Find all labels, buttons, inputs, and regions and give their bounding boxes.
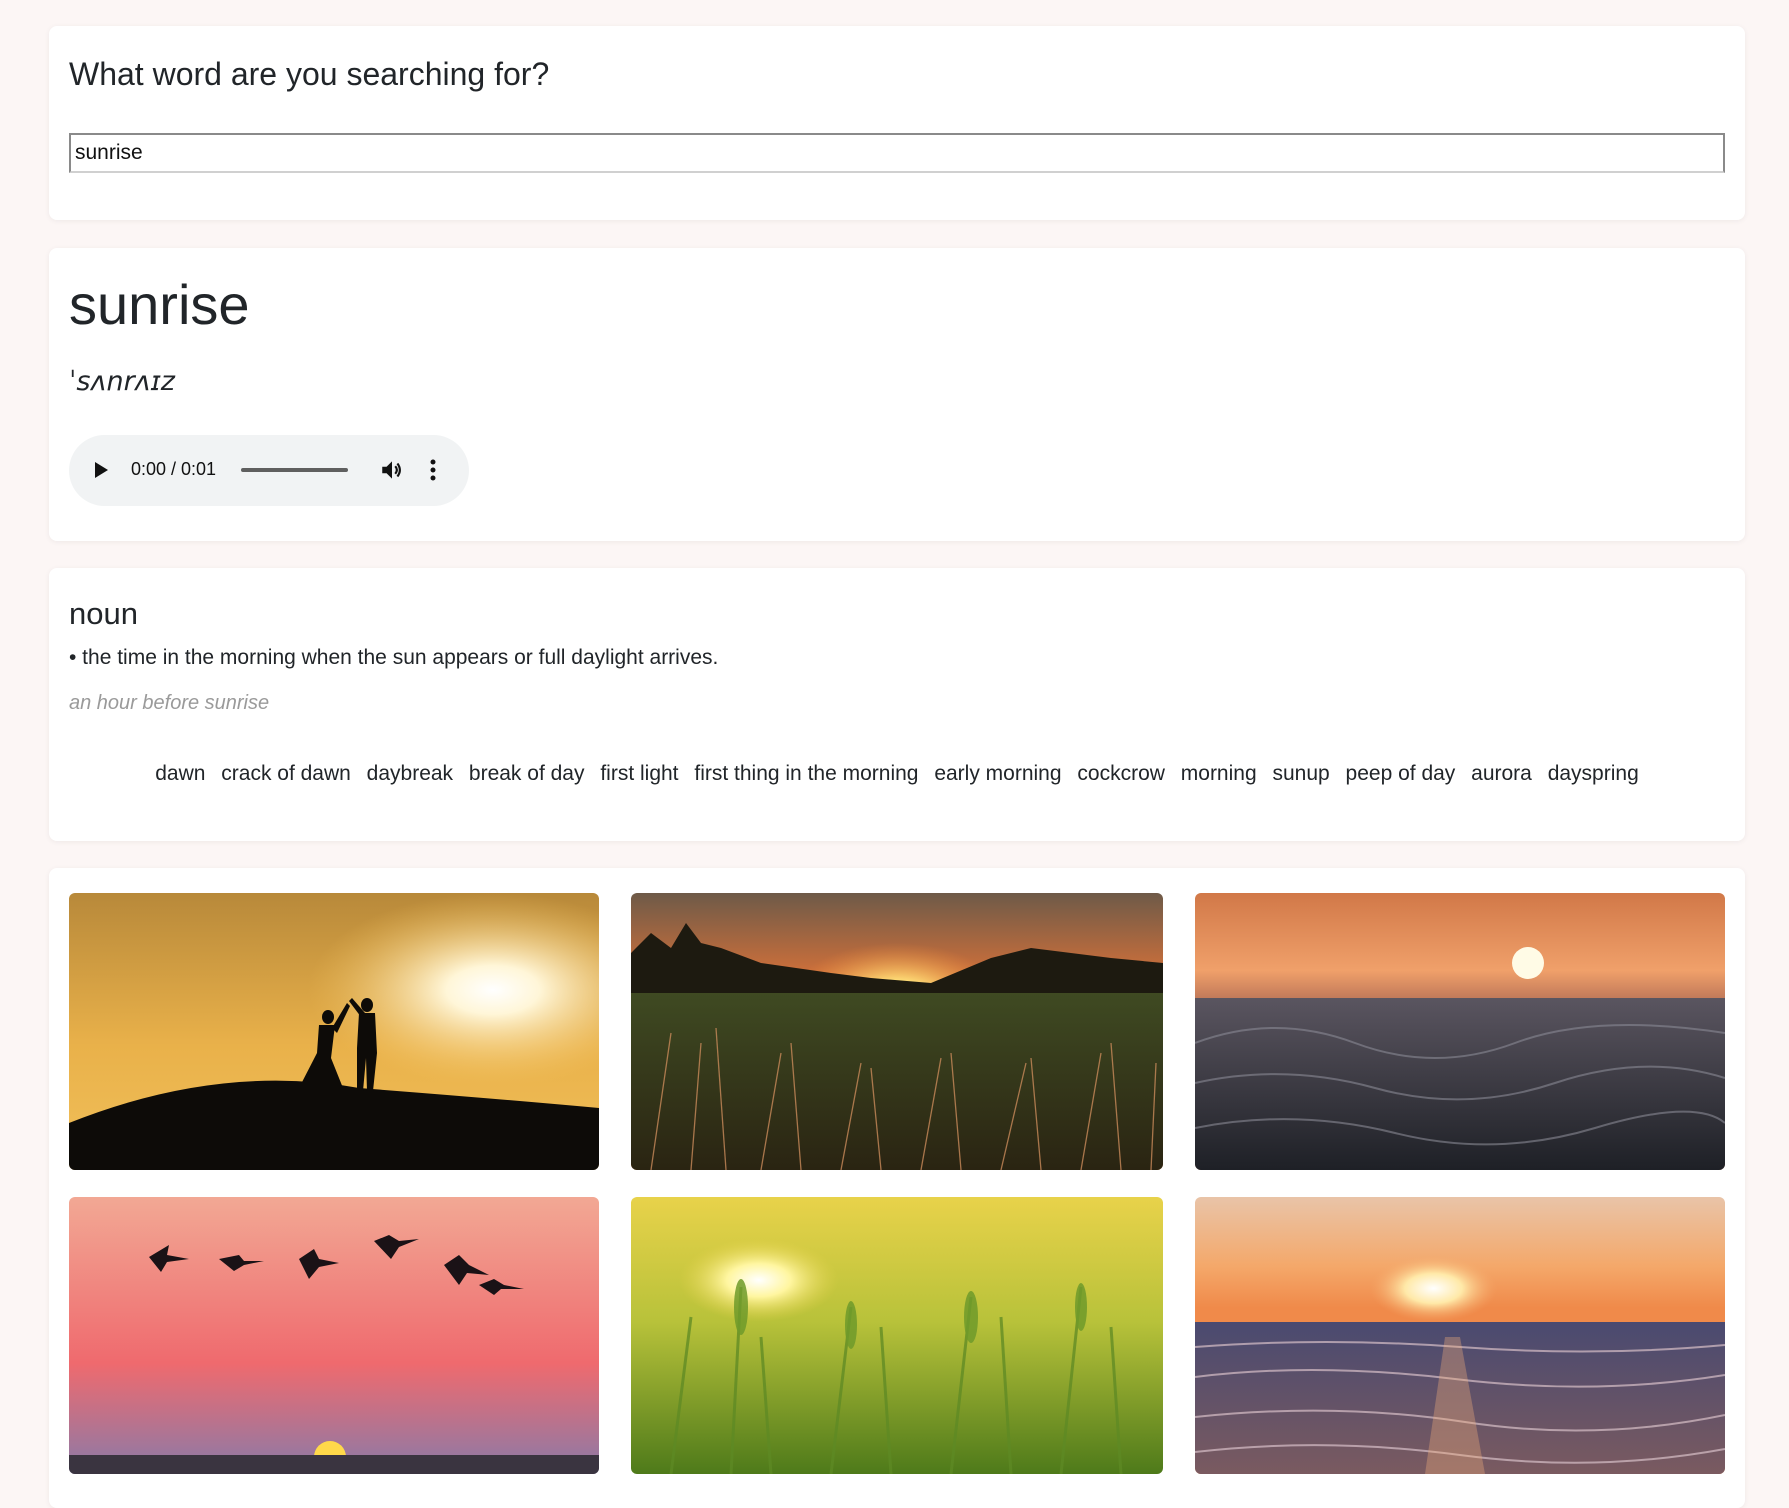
audio-progress-bar[interactable] (241, 468, 348, 472)
synonym-item[interactable]: cockcrow (1077, 762, 1165, 786)
phonetic-text: ˈsʌnrʌɪz (69, 366, 175, 397)
synonym-item[interactable]: crack of dawn (221, 762, 351, 786)
example-text: an hour before sunrise (69, 692, 270, 714)
search-heading: What word are you searching for? (69, 56, 550, 92)
more-options-icon[interactable] (429, 457, 437, 483)
synonym-item[interactable]: peep of day (1346, 762, 1456, 786)
audio-time: 0:00 / 0:01 (131, 459, 217, 479)
volume-icon[interactable] (379, 457, 405, 483)
synonym-item[interactable]: morning (1181, 762, 1257, 786)
word-title: sunrise (69, 273, 250, 336)
synonym-item[interactable]: daybreak (367, 762, 453, 786)
part-of-speech: noun (69, 596, 138, 631)
synonym-item[interactable]: early morning (934, 762, 1061, 786)
search-card: What word are you searching for? (49, 26, 1745, 220)
gallery-image-ocean-sunrise[interactable] (1195, 1197, 1725, 1474)
image-gallery (49, 868, 1745, 1508)
synonyms-list: dawn crack of dawn daybreak break of day… (49, 762, 1745, 786)
synonym-item[interactable]: dayspring (1548, 762, 1639, 786)
meaning-card: noun • the time in the morning when the … (49, 568, 1745, 841)
synonym-item[interactable]: aurora (1471, 762, 1532, 786)
synonym-item[interactable]: first thing in the morning (694, 762, 918, 786)
play-icon[interactable] (95, 462, 108, 478)
gallery-image-ocean-sun[interactable] (1195, 893, 1725, 1170)
word-card: sunrise ˈsʌnrʌɪz 0:00 / 0:01 (49, 248, 1745, 541)
synonym-item[interactable]: break of day (469, 762, 585, 786)
gallery-image-birds-sunrise[interactable] (69, 1197, 599, 1474)
gallery-image-field-sunset[interactable] (631, 893, 1163, 1170)
synonym-item[interactable]: first light (600, 762, 678, 786)
synonym-item[interactable]: sunup (1272, 762, 1329, 786)
audio-player: 0:00 / 0:01 (69, 435, 469, 506)
gallery-image-wheat-sun[interactable] (631, 1197, 1163, 1474)
synonym-item[interactable]: dawn (155, 762, 205, 786)
search-input[interactable] (69, 133, 1725, 173)
gallery-image-couple-silhouette[interactable] (69, 893, 599, 1170)
definition-text: • the time in the morning when the sun a… (69, 646, 719, 669)
